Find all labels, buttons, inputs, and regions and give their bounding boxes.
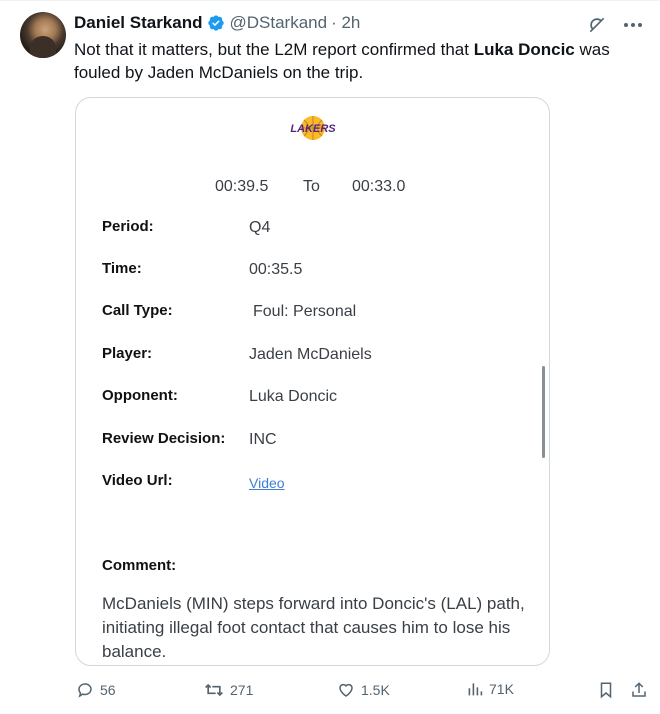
like-count: 1.5K (361, 682, 390, 698)
bookmark-icon (598, 681, 614, 699)
reply-button[interactable]: 56 (76, 681, 116, 699)
tweet-text-part: Not that it matters, but the L2M report … (74, 40, 474, 59)
opponent-label: Opponent: (102, 387, 178, 404)
range-end: 00:33.0 (352, 178, 406, 195)
time-value: 00:35.5 (249, 261, 303, 278)
bookmark-button[interactable] (598, 681, 614, 699)
lakers-logo-text: LAKERS (290, 123, 336, 135)
period-label: Period: (102, 218, 154, 235)
card-scrollbar[interactable] (542, 366, 545, 458)
more-icon[interactable] (622, 14, 644, 36)
video-url-label: Video Url: (102, 472, 173, 489)
top-divider (0, 0, 660, 1)
video-link[interactable]: Video (249, 475, 285, 491)
like-button[interactable]: 1.5K (337, 681, 390, 699)
share-icon (630, 681, 648, 699)
views-count: 71K (489, 681, 514, 697)
reply-icon (76, 681, 94, 699)
player-label: Player: (102, 345, 153, 362)
views-button[interactable]: 71K (467, 681, 514, 697)
tweet-bold-name: Luka Doncic (473, 40, 575, 59)
review-decision-label: Review Decision: (102, 430, 226, 447)
call-type-value: Foul: Personal (253, 303, 357, 320)
tweet-header: Daniel Starkand @DStarkand · 2h (74, 13, 360, 33)
header-actions (586, 14, 644, 36)
l2m-report-card[interactable]: LAKERS 00:39.5 To 00:33.0 Period: Q4 Tim… (75, 97, 550, 666)
range-to: To (303, 178, 320, 195)
player-value: Jaden McDaniels (249, 346, 372, 363)
author-handle[interactable]: @DStarkand (230, 13, 328, 33)
share-button[interactable] (630, 681, 648, 699)
grok-icon[interactable] (586, 14, 608, 36)
opponent-value: Luka Doncic (249, 388, 338, 405)
repost-button[interactable]: 271 (204, 681, 253, 699)
review-decision-value: INC (249, 431, 277, 448)
range-start: 00:39.5 (215, 178, 269, 195)
post-time[interactable]: · 2h (331, 13, 360, 33)
author-name[interactable]: Daniel Starkand (74, 13, 203, 33)
repost-icon (204, 681, 224, 699)
video-link-wrap: Video (249, 475, 285, 493)
author-avatar[interactable] (20, 12, 66, 58)
time-label: Time: (102, 260, 142, 277)
call-type-label: Call Type: (102, 302, 173, 319)
views-icon (467, 681, 483, 697)
comment-text: McDaniels (MIN) steps forward into Donci… (102, 594, 525, 661)
tweet-actions: 56 271 1.5K 71K (0, 681, 660, 701)
period-value: Q4 (249, 219, 271, 236)
verified-badge-icon[interactable] (207, 14, 225, 32)
reply-count: 56 (100, 682, 116, 698)
lakers-logo: LAKERS (288, 111, 338, 143)
heart-icon (337, 681, 355, 699)
comment-label: Comment: (102, 557, 177, 574)
tweet-text: Not that it matters, but the L2M report … (74, 38, 646, 84)
repost-count: 271 (230, 682, 254, 698)
